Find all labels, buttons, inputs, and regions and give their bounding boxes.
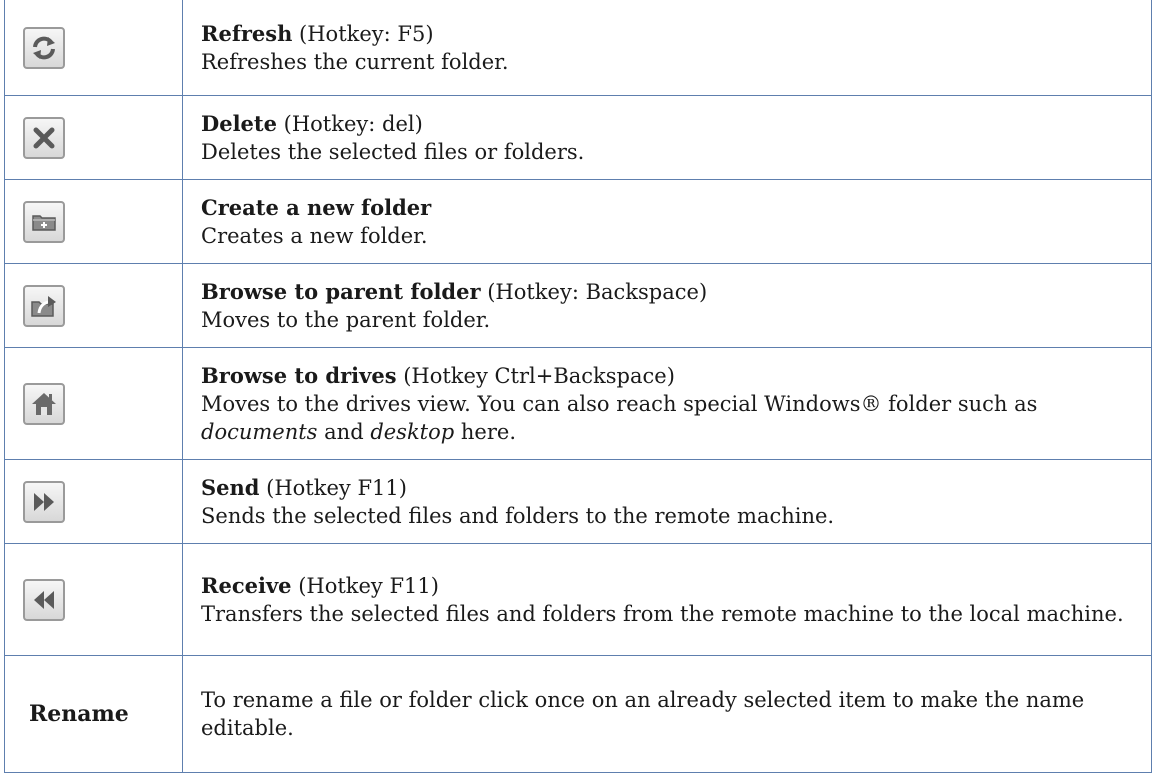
- description-cell: To rename a file or folder click once on…: [182, 655, 1152, 773]
- row-description: Deletes the selected files or folders.: [201, 139, 585, 164]
- table-row-drives: Browse to drives (Hotkey Ctrl+Backspace)…: [4, 347, 1152, 460]
- row-description: Moves to the parent folder.: [201, 307, 491, 332]
- icon-cell: [4, 459, 183, 544]
- table-row-receive: Receive (Hotkey F11) Transfers the selec…: [4, 543, 1152, 656]
- table-row-parent-folder: Browse to parent folder (Hotkey: Backspa…: [4, 263, 1152, 348]
- row-title: Create a new folder: [201, 194, 432, 220]
- description-cell: Refresh (Hotkey: F5) Refreshes the curre…: [182, 0, 1152, 96]
- rename-label: Rename: [29, 701, 129, 727]
- row-title: Delete: [201, 110, 277, 136]
- delete-icon[interactable]: [23, 116, 65, 159]
- refresh-icon-graphic: [33, 36, 55, 59]
- parent-folder-icon-graphic: [31, 295, 56, 317]
- table-row-refresh: Refresh (Hotkey: F5) Refreshes the curre…: [4, 0, 1152, 96]
- row-heading: Browse to parent folder (Hotkey: Backspa…: [201, 278, 1141, 306]
- icon-cell: [4, 263, 183, 348]
- receive-icon[interactable]: [23, 578, 65, 621]
- row-heading: Create a new folder: [201, 194, 1141, 222]
- description-cell: Browse to drives (Hotkey Ctrl+Backspace)…: [182, 347, 1152, 460]
- row-hotkey: (Hotkey: Backspace): [480, 279, 708, 304]
- row-hotkey: (Hotkey Ctrl+Backspace): [396, 363, 675, 388]
- row-description-text: and: [317, 419, 371, 444]
- new-folder-icon-graphic: [32, 214, 56, 231]
- table-row-delete: Delete (Hotkey: del) Deletes the selecte…: [4, 95, 1152, 180]
- parent-folder-icon[interactable]: [23, 284, 65, 327]
- row-description: Creates a new folder.: [201, 223, 428, 248]
- table-row-new-folder: Create a new folder Creates a new folder…: [4, 179, 1152, 264]
- icon-cell: [4, 179, 183, 264]
- row-heading: Delete (Hotkey: del): [201, 110, 1141, 138]
- description-cell: Receive (Hotkey F11) Transfers the selec…: [182, 543, 1152, 656]
- row-hotkey: (Hotkey F11): [291, 573, 439, 598]
- row-description-text: here.: [454, 419, 516, 444]
- row-hotkey: (Hotkey: del): [276, 111, 423, 136]
- icon-cell: [4, 347, 183, 460]
- row-title: Receive: [201, 572, 292, 598]
- refresh-icon[interactable]: [23, 26, 65, 69]
- description-cell: Create a new folder Creates a new folder…: [182, 179, 1152, 264]
- row-heading: Receive (Hotkey F11): [201, 572, 1141, 600]
- receive-icon-graphic: [34, 590, 54, 609]
- row-title: Browse to drives: [201, 362, 397, 388]
- row-heading: Browse to drives (Hotkey Ctrl+Backspace): [201, 362, 1141, 390]
- new-folder-icon[interactable]: [23, 200, 65, 243]
- desktop-term: desktop: [370, 419, 455, 444]
- documents-term: documents: [201, 419, 318, 444]
- row-description-text: Moves to the drives view. You can also r…: [201, 391, 1038, 416]
- row-description: Refreshes the current folder.: [201, 49, 509, 74]
- send-icon[interactable]: [23, 480, 65, 523]
- row-hotkey: (Hotkey: F5): [292, 21, 434, 46]
- icon-cell: [4, 543, 183, 656]
- description-cell: Delete (Hotkey: del) Deletes the selecte…: [182, 95, 1152, 180]
- send-icon-graphic: [34, 492, 54, 511]
- table-row-rename: Rename To rename a file or folder click …: [4, 655, 1152, 773]
- row-description: Sends the selected files and folders to …: [201, 503, 835, 528]
- row-title: Send: [201, 474, 260, 500]
- icon-cell: Rename: [4, 655, 183, 773]
- row-title: Browse to parent folder: [201, 278, 481, 304]
- row-title: Refresh: [201, 20, 293, 46]
- icon-cell: [4, 0, 183, 96]
- table-row-send: Send (Hotkey F11) Sends the selected fil…: [4, 459, 1152, 544]
- row-description: Transfers the selected files and folders…: [201, 601, 1124, 626]
- row-description: Moves to the drives view. You can also r…: [201, 390, 1141, 446]
- description-cell: Browse to parent folder (Hotkey: Backspa…: [182, 263, 1152, 348]
- home-icon-graphic: [32, 392, 56, 415]
- row-description: To rename a file or folder click once on…: [201, 688, 1085, 740]
- row-heading: Refresh (Hotkey: F5): [201, 20, 1141, 48]
- delete-icon-graphic: [33, 127, 55, 148]
- description-cell: Send (Hotkey F11) Sends the selected fil…: [182, 459, 1152, 544]
- icon-cell: [4, 95, 183, 180]
- toolbar-reference-table: Refresh (Hotkey: F5) Refreshes the curre…: [4, 0, 1152, 773]
- row-heading: Send (Hotkey F11): [201, 474, 1141, 502]
- row-hotkey: (Hotkey F11): [259, 475, 407, 500]
- home-icon[interactable]: [23, 382, 65, 425]
